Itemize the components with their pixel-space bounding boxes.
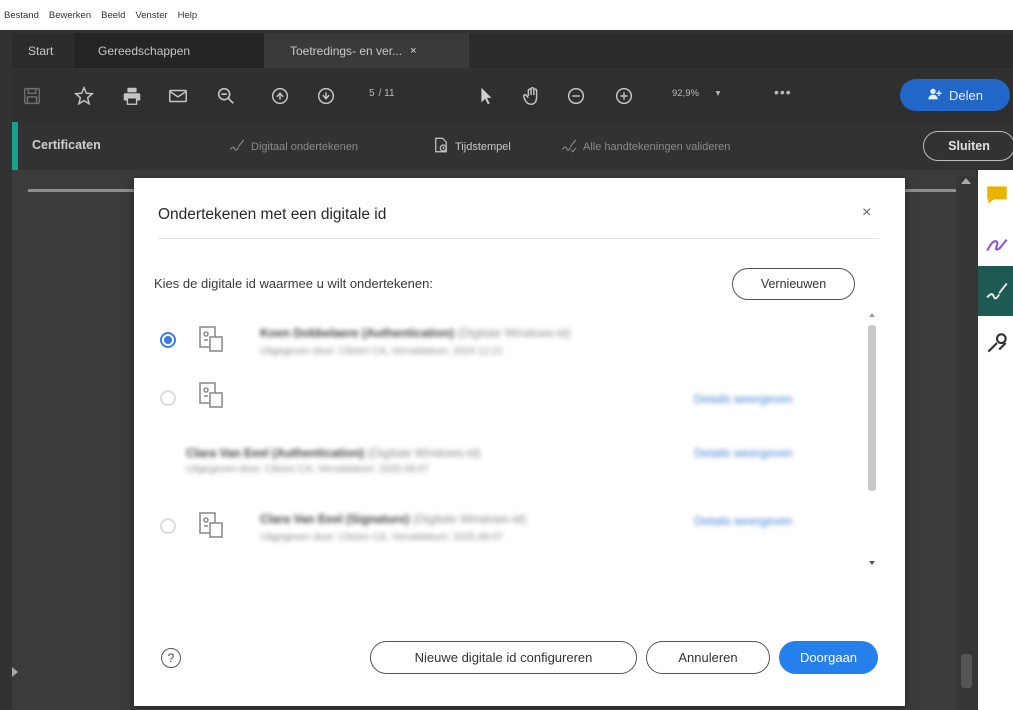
- certificate-icon: [196, 324, 226, 354]
- menu-venster[interactable]: Venster: [135, 10, 167, 21]
- star-icon[interactable]: [70, 82, 98, 110]
- menu-help[interactable]: Help: [178, 10, 198, 21]
- tab-document[interactable]: Toetredings- en ver... ×: [264, 33, 469, 68]
- list-scroll-down-icon[interactable]: [869, 561, 875, 565]
- page-down-icon[interactable]: [312, 82, 340, 110]
- page-indicator[interactable]: 5 / 11: [369, 88, 395, 99]
- tab-bar: Start Gereedschappen Toetredings- en ver…: [12, 33, 1013, 68]
- id-issuer: Uitgegeven door: Citizen CA, Vervaldatum…: [186, 464, 429, 475]
- certificates-tool-active[interactable]: [978, 266, 1013, 316]
- id-radio[interactable]: [160, 518, 176, 534]
- tab-tools[interactable]: Gereedschappen: [74, 33, 264, 68]
- dialog-divider: [158, 238, 879, 239]
- timestamp-label: Tijdstempel: [455, 140, 511, 153]
- print-icon[interactable]: [118, 82, 146, 110]
- zoom-in-icon[interactable]: [610, 82, 638, 110]
- mail-icon[interactable]: [164, 82, 192, 110]
- id-radio-selected[interactable]: [160, 332, 176, 348]
- save-icon[interactable]: [18, 82, 46, 110]
- digital-id-item[interactable]: Clara Van Eeel (Authentication) (Digital…: [154, 436, 854, 482]
- digital-sign-tool[interactable]: Digitaal ondertekenen: [228, 136, 358, 157]
- comment-icon[interactable]: [984, 182, 1010, 208]
- hand-icon[interactable]: [518, 82, 546, 110]
- id-name: Koen Dobbelaere (Authentication) (Digita…: [260, 326, 571, 340]
- certificate-pen-icon: [984, 278, 1010, 304]
- digital-sign-label: Digitaal ondertekenen: [251, 140, 359, 153]
- menu-beeld[interactable]: Beeld: [101, 10, 125, 21]
- id-holder: Clara Van Eeel (Signature): [260, 512, 410, 526]
- select-arrow-icon[interactable]: [472, 82, 500, 110]
- timestamp-tool[interactable]: Tijdstempel: [432, 136, 511, 157]
- zoom-out-icon[interactable]: [562, 82, 590, 110]
- validate-signature-icon: [560, 136, 578, 157]
- fill-sign-icon[interactable]: [984, 230, 1010, 256]
- digital-id-list: Koen Dobbelaere (Authentication) (Digita…: [154, 308, 882, 576]
- share-label: Delen: [949, 87, 983, 103]
- validate-all-label: Alle handtekeningen valideren: [583, 140, 731, 153]
- close-tab-icon[interactable]: ×: [410, 45, 416, 57]
- sign-with-digital-id-dialog: Ondertekenen met een digitale id × Kies …: [134, 178, 905, 706]
- scroll-thumb[interactable]: [961, 654, 972, 688]
- tab-document-label: Toetredings- en ver...: [290, 43, 403, 58]
- zoom-search-icon[interactable]: [212, 82, 240, 110]
- dialog-title: Ondertekenen met een digitale id: [158, 206, 387, 223]
- more-tools-icon[interactable]: [984, 330, 1010, 356]
- zoom-dropdown[interactable]: 92,9% ▾: [672, 88, 720, 99]
- id-type: (Digitale Windows-id): [457, 326, 571, 340]
- cancel-button[interactable]: Annuleren: [646, 641, 770, 674]
- list-scroll-up-icon[interactable]: [869, 313, 875, 317]
- more-options-icon[interactable]: •••: [774, 84, 792, 100]
- page-up-icon[interactable]: [266, 82, 294, 110]
- timestamp-document-icon: [432, 136, 450, 157]
- tab-start[interactable]: Start: [12, 33, 74, 68]
- menu-bestand[interactable]: Bestand: [4, 10, 39, 21]
- id-holder: Clara Van Eeel (Authentication): [186, 446, 365, 460]
- document-scrollbar[interactable]: [956, 176, 978, 710]
- id-list-scrollbar[interactable]: [865, 309, 879, 575]
- id-type: (Digitale Windows-id): [412, 512, 527, 526]
- show-details-link[interactable]: Details weergeven: [694, 392, 793, 406]
- digital-id-item[interactable]: Clara Van Eeel (Signature) (Digitale Win…: [154, 508, 854, 560]
- close-certificates-button[interactable]: Sluiten: [923, 131, 1013, 161]
- share-user-icon: [927, 86, 943, 105]
- choose-id-prompt: Kies de digitale id waarmee u wilt onder…: [154, 276, 433, 291]
- certificates-bar: Certificaten Digitaal ondertekenen Tijds…: [12, 122, 1013, 170]
- zoom-value: 92,9%: [672, 88, 699, 99]
- refresh-button[interactable]: Vernieuwen: [732, 268, 855, 300]
- page-total: / 11: [378, 88, 395, 99]
- show-details-link[interactable]: Details weergeven: [694, 514, 793, 528]
- id-issuer: Uitgegeven door: Citizen CA, Vervaldatum…: [260, 532, 503, 543]
- id-holder: Koen Dobbelaere (Authentication): [260, 326, 455, 340]
- menu-bar: Bestand Bewerken Beeld Venster Help: [0, 0, 1013, 30]
- menu-bewerken[interactable]: Bewerken: [49, 10, 91, 21]
- chevron-down-icon: ▾: [715, 88, 721, 99]
- show-details-link[interactable]: Details weergeven: [694, 446, 793, 460]
- id-radio[interactable]: [160, 390, 176, 406]
- share-button[interactable]: Delen: [900, 79, 1010, 111]
- certificates-title: Certificaten: [32, 138, 101, 152]
- configure-new-id-button[interactable]: Nieuwe digitale id configureren: [370, 641, 637, 674]
- help-icon[interactable]: ?: [161, 648, 181, 668]
- scroll-up-icon[interactable]: [961, 178, 971, 184]
- validate-all-tool[interactable]: Alle handtekeningen valideren: [560, 136, 730, 157]
- digital-id-item[interactable]: Details weergeven: [154, 380, 854, 426]
- id-issuer: Uitgegeven door: Citizen CA, Vervaldatum…: [260, 346, 503, 357]
- signature-pen-icon: [228, 136, 246, 157]
- close-icon[interactable]: ×: [862, 204, 871, 222]
- id-type: (Digitale Windows-id): [367, 446, 481, 460]
- right-tools-panel: [978, 170, 1013, 710]
- certificate-icon: [196, 510, 226, 540]
- continue-button[interactable]: Doorgaan: [779, 641, 878, 674]
- certificate-icon: [196, 380, 226, 410]
- toolbar: 5 / 11 92,9% ▾ ••• Delen: [12, 70, 1013, 122]
- list-scroll-thumb[interactable]: [868, 325, 876, 491]
- left-panel-toggle-icon[interactable]: [12, 667, 18, 677]
- digital-id-item[interactable]: Koen Dobbelaere (Authentication) (Digita…: [154, 320, 854, 372]
- id-name: Clara Van Eeel (Signature) (Digitale Win…: [260, 512, 526, 526]
- id-name: Clara Van Eeel (Authentication) (Digital…: [186, 446, 481, 460]
- page-current[interactable]: 5: [369, 88, 375, 99]
